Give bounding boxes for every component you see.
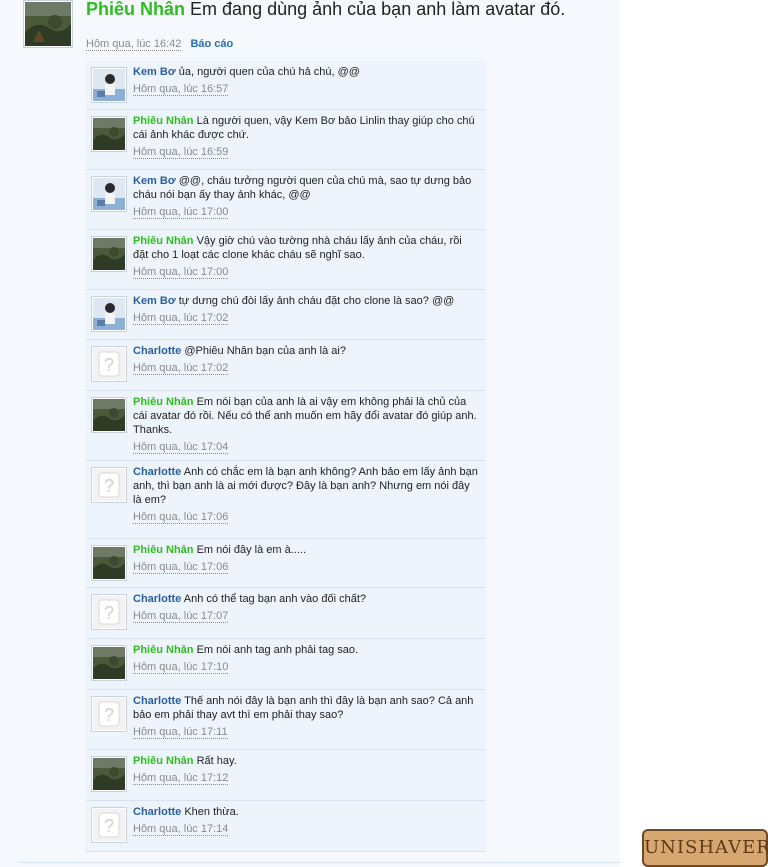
comment-text: tự dưng chú đòi lấy ảnh cháu đặt cho clo… [178,295,455,307]
landscape-avatar-icon [25,2,71,46]
comment-timestamp[interactable]: Hôm qua, lúc 17:12 [133,772,229,785]
comment-timestamp[interactable]: Hôm qua, lúc 17:10 [133,661,229,674]
post-author-name[interactable]: Phiêu Nhân [86,0,185,19]
comment-body: Charlotte Khen thừa. [133,805,480,819]
commenter-name[interactable]: Charlotte [133,345,181,357]
comment-body: Kem Bơ tự dưng chú đòi lấy ảnh cháu đặt … [133,294,480,308]
commenter-avatar[interactable] [91,645,127,681]
comment-text: Em nói đây là em à..... [196,544,307,556]
commenter-name[interactable]: Charlotte [133,466,181,478]
default-avatar-icon[interactable]: ? [91,467,127,503]
comment-item: ? Charlotte Thế anh nói đây là bạn anh th… [86,690,486,750]
default-avatar-icon[interactable]: ? [91,696,127,732]
comment-timestamp[interactable]: Hôm qua, lúc 17:06 [133,511,229,524]
commenter-name[interactable]: Kem Bơ [133,295,176,307]
comment-item: ? Charlotte Anh có chắc em là bạn anh khô… [86,461,486,539]
comment-timestamp[interactable]: Hôm qua, lúc 17:07 [133,610,229,623]
commenter-name[interactable]: Phiêu Nhân [133,755,194,767]
commenter-avatar[interactable] [91,756,127,792]
report-link[interactable]: Báo cáo [190,38,233,50]
comment-body: Charlotte @Phiêu Nhân bạn của anh là ai? [133,344,480,358]
svg-text:?: ? [104,476,114,496]
comment-timestamp[interactable]: Hôm qua, lúc 17:02 [133,362,229,375]
commenter-name[interactable]: Phiêu Nhân [133,544,194,556]
comment-timestamp[interactable]: Hôm qua, lúc 17:00 [133,266,229,279]
commenter-name[interactable]: Charlotte [133,593,181,605]
comment-timestamp[interactable]: Hôm qua, lúc 17:02 [133,312,229,325]
comment-text: Thế anh nói đây là bạn anh thì đây là bạ… [133,695,474,721]
comment-body: Phiêu Nhân Rất hay. [133,754,480,768]
comment-text: Rất hay. [196,755,237,767]
commenter-name[interactable]: Kem Bơ [133,175,176,187]
comment-item: Phiêu Nhân Em nói anh tag anh phải tag s… [86,639,486,690]
commenter-avatar[interactable] [91,67,127,103]
comment-item: Phiêu Nhân Là người quen, vậy Kem Bơ bảo… [86,110,486,170]
comment-timestamp[interactable]: Hôm qua, lúc 17:14 [133,823,229,836]
comment-text: Anh có thể tag bạn anh vào đối chất? [183,593,366,605]
comment-timestamp[interactable]: Hôm qua, lúc 17:06 [133,561,229,574]
comment-body: Charlotte Anh có thể tag bạn anh vào đối… [133,592,480,606]
comment-body: Phiêu Nhân Em nói đây là em à..... [133,543,480,557]
comment-item: ? Charlotte Khen thừa. Hôm qua, lúc 17:14 [86,801,486,852]
comment-timestamp[interactable]: Hôm qua, lúc 17:04 [133,441,229,454]
comment-text: Khen thừa. [184,806,239,818]
svg-text:?: ? [104,816,114,836]
comment-item: Kem Bơ ủa, người quen của chú hả chú, @@… [86,61,486,110]
default-avatar-icon[interactable]: ? [91,594,127,630]
comment-item: Phiêu Nhân Em nói bạn của anh là ai vậy … [86,391,486,461]
comment-body: Kem Bơ @@, cháu tưởng người quen của chú… [133,174,480,202]
watermark-logo: UNISHAVER [642,829,768,867]
comment-body: Kem Bơ ủa, người quen của chú hả chú, @@ [133,65,480,79]
commenter-avatar[interactable] [91,545,127,581]
commenter-avatar[interactable] [91,397,127,433]
commenter-avatar[interactable] [91,236,127,272]
comment-text: Em nói anh tag anh phải tag sao. [196,644,359,656]
default-avatar-icon[interactable]: ? [91,807,127,843]
comment-item: Kem Bơ tự dưng chú đòi lấy ảnh cháu đặt … [86,290,486,340]
commenter-name[interactable]: Phiêu Nhân [133,644,194,656]
comment-body: Phiêu Nhân Em nói bạn của anh là ai vậy … [133,395,480,437]
post-message: Em đang dùng ảnh của bạn anh làm avatar … [190,0,566,19]
comment-body: Phiêu Nhân Vậy giờ chú vào tường nhà chá… [133,234,480,262]
comment-item: Phiêu Nhân Em nói đây là em à..... Hôm qu… [86,539,486,588]
commenter-name[interactable]: Phiêu Nhân [133,115,194,127]
comment-text: Anh có chắc em là bạn anh không? Anh bảo… [133,466,478,506]
comment-item: ? Charlotte @Phiêu Nhân bạn của anh là ai… [86,340,486,391]
post-timestamp[interactable]: Hôm qua, lúc 16:42 [86,38,182,51]
comment-item: ? Charlotte Anh có thể tag bạn anh vào đố… [86,588,486,639]
commenter-name[interactable]: Phiêu Nhân [133,235,194,247]
comment-list: Kem Bơ ủa, người quen của chú hả chú, @@… [86,61,486,852]
commenter-name[interactable]: Charlotte [133,695,181,707]
post-content: Phiêu Nhân Em đang dùng ảnh của bạn anh … [86,0,565,20]
comment-body: Charlotte Thế anh nói đây là bạn anh thì… [133,694,480,722]
commenter-avatar[interactable] [91,176,127,212]
comment-body: Phiêu Nhân Em nói anh tag anh phải tag s… [133,643,480,657]
svg-text:?: ? [104,603,114,623]
svg-text:?: ? [104,355,114,375]
divider [20,862,620,863]
commenter-name[interactable]: Charlotte [133,806,181,818]
commenter-avatar[interactable] [91,296,127,332]
comment-item: Phiêu Nhân Vậy giờ chú vào tường nhà chá… [86,230,486,290]
post-meta: Hôm qua, lúc 16:42 Báo cáo [86,38,233,51]
svg-text:?: ? [104,705,114,725]
comment-item: Phiêu Nhân Rất hay. Hôm qua, lúc 17:12 [86,750,486,801]
post-page: Phiêu Nhân Em đang dùng ảnh của bạn anh … [0,0,620,867]
commenter-name[interactable]: Kem Bơ [133,66,176,78]
post-author-avatar[interactable] [23,0,73,48]
comment-timestamp[interactable]: Hôm qua, lúc 17:00 [133,206,229,219]
comment-text: @Phiêu Nhân bạn của anh là ai? [184,345,346,357]
comment-text: @@, cháu tưởng người quen của chú mà, sa… [133,175,472,201]
commenter-name[interactable]: Phiêu Nhân [133,396,194,408]
commenter-avatar[interactable] [91,116,127,152]
comment-timestamp[interactable]: Hôm qua, lúc 17:11 [133,726,228,739]
comment-body: Charlotte Anh có chắc em là bạn anh khôn… [133,465,480,507]
default-avatar-icon[interactable]: ? [91,346,127,382]
comment-body: Phiêu Nhân Là người quen, vậy Kem Bơ bảo… [133,114,480,142]
right-gutter [620,0,768,867]
comment-timestamp[interactable]: Hôm qua, lúc 16:59 [133,146,229,159]
comment-item: Kem Bơ @@, cháu tưởng người quen của chú… [86,170,486,230]
comment-text: ủa, người quen của chú hả chú, @@ [178,66,360,78]
comment-timestamp[interactable]: Hôm qua, lúc 16:57 [133,83,229,96]
